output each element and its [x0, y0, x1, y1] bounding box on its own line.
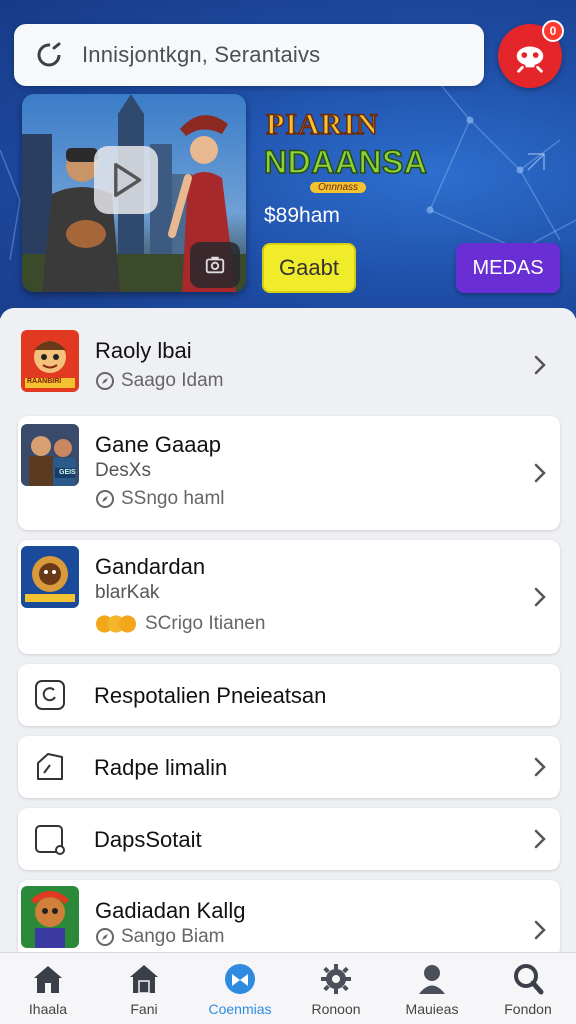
thumbnail-caption: GEIS [59, 469, 76, 476]
game-thumbnail: GEIS [21, 424, 79, 486]
list-item[interactable]: Respotalien Pneieatsan [18, 664, 560, 726]
chevron-right-icon [534, 920, 546, 940]
search-bar[interactable]: Innisjontkgn, Serantaivs [14, 24, 484, 86]
tag-icon [37, 753, 63, 780]
list-item-title: Respotalien Pneieatsan [94, 683, 327, 708]
nav-item-settings[interactable]: Ronoon [288, 953, 384, 1024]
featured-price: $89ham [264, 204, 340, 227]
list-item-meta-text: SCrigo Itianen [145, 613, 266, 634]
chevron-right-icon [534, 355, 546, 375]
gallery-button[interactable] [190, 242, 240, 288]
nav-label: Coenmias [208, 1001, 272, 1017]
search-icon [514, 964, 544, 995]
list-item-subtitle: DesXs [95, 460, 151, 481]
compass-icon [96, 372, 114, 390]
coins-icon [95, 615, 137, 633]
games-icon [225, 964, 255, 994]
list-item-meta: SCrigo Itianen [95, 612, 265, 636]
list-item[interactable]: Gandardan blarKak SCrigo Itianen [18, 540, 560, 654]
chevron-right-icon [534, 829, 546, 849]
list-item-title: DapsSotait [94, 827, 202, 852]
notification-badge: 0 [542, 20, 564, 42]
nav-label: Mauieas [405, 1001, 459, 1017]
featured-game-artwork[interactable] [22, 94, 246, 292]
refresh-icon [35, 680, 65, 710]
nav-label: Ronoon [311, 1001, 361, 1017]
chevron-right-icon [534, 587, 546, 607]
logo-line-2: NDAANSA [263, 143, 428, 181]
search-placeholder[interactable]: Innisjontkgn, Serantaivs [82, 42, 320, 68]
list-item-title: Gadiadan Kallg [95, 898, 246, 923]
profile-avatar-button[interactable]: 0 [498, 20, 564, 88]
list-item-meta-text: Sango Biam [121, 926, 225, 947]
profile-icon [419, 965, 445, 994]
game-thumbnail-image [21, 546, 79, 608]
featured-hero: Innisjontkgn, Serantaivs 0 PIARIN NDAANS… [0, 0, 576, 318]
camera-icon [205, 256, 225, 274]
nav-label: Ihaala [28, 1001, 68, 1017]
play-video-button[interactable] [94, 146, 158, 214]
nav-label: Fani [130, 1001, 158, 1017]
media-button[interactable]: MEDAS [456, 243, 560, 293]
thumbnail-caption: RAANBIRI [27, 378, 62, 385]
game-thumbnail: RAANBIRI [21, 330, 79, 392]
home-icon [34, 966, 62, 993]
list-item[interactable]: RAANBIRI Raoly lbai Saago Idam [18, 322, 560, 408]
compass-icon [96, 928, 114, 946]
search-icon [37, 42, 61, 67]
game-thumbnail [21, 546, 79, 608]
bottom-navigation: Ihaala Fani Coenmias Ronoon Mauieas Fond… [0, 952, 576, 1024]
list-item-title: Radpe limalin [94, 755, 228, 780]
list-item-meta: Sango Biam [95, 926, 225, 948]
nav-item-games[interactable]: Coenmias [192, 953, 288, 1024]
logo-ribbon: Onnnass [310, 182, 367, 193]
game-thumbnail-image [21, 424, 79, 486]
list-item-meta-text: SSngo haml [121, 488, 225, 509]
nav-item-home[interactable]: Ihaala [0, 953, 96, 1024]
list-item[interactable]: Radpe limalin [18, 736, 560, 798]
chevron-right-icon [534, 757, 546, 777]
list-item-title: Gane Gaaap [95, 432, 221, 457]
nav-item-store[interactable]: Fani [96, 953, 192, 1024]
get-button[interactable]: Gaabt [262, 243, 356, 293]
list-item-meta: SSngo haml [95, 488, 225, 510]
list-item[interactable]: GEIS Gane Gaaap DesXs SSngo haml [18, 416, 560, 530]
list-item-subtitle: blarKak [95, 582, 160, 603]
list-item-meta: Saago Idam [95, 370, 223, 392]
list-item-title: Gandardan [95, 554, 206, 579]
nav-item-profile[interactable]: Mauieas [384, 953, 480, 1024]
nav-item-search[interactable]: Fondon [480, 953, 576, 1024]
game-thumbnail [21, 886, 79, 948]
nav-label: Fondon [504, 1001, 552, 1017]
settings-icon [321, 964, 351, 994]
list-item[interactable]: DapsSotait [18, 808, 560, 870]
logo-line-1: PIARIN [265, 107, 379, 142]
robot-face-icon [516, 46, 544, 73]
featured-game-logo: PIARIN NDAANSA Onnnass [262, 104, 428, 198]
play-icon [114, 163, 142, 197]
chevron-right-icon [534, 463, 546, 483]
store-icon [130, 965, 158, 994]
list-item-title: Raoly lbai [95, 338, 192, 363]
compass-icon [96, 490, 114, 508]
game-list: RAANBIRI Raoly lbai Saago Idam GEIS Gane… [0, 308, 576, 958]
document-icon [35, 825, 65, 855]
game-thumbnail-image [21, 886, 79, 948]
list-item[interactable]: Gadiadan Kallg Sango Biam [18, 880, 560, 958]
list-item-meta-text: Saago Idam [121, 370, 224, 391]
